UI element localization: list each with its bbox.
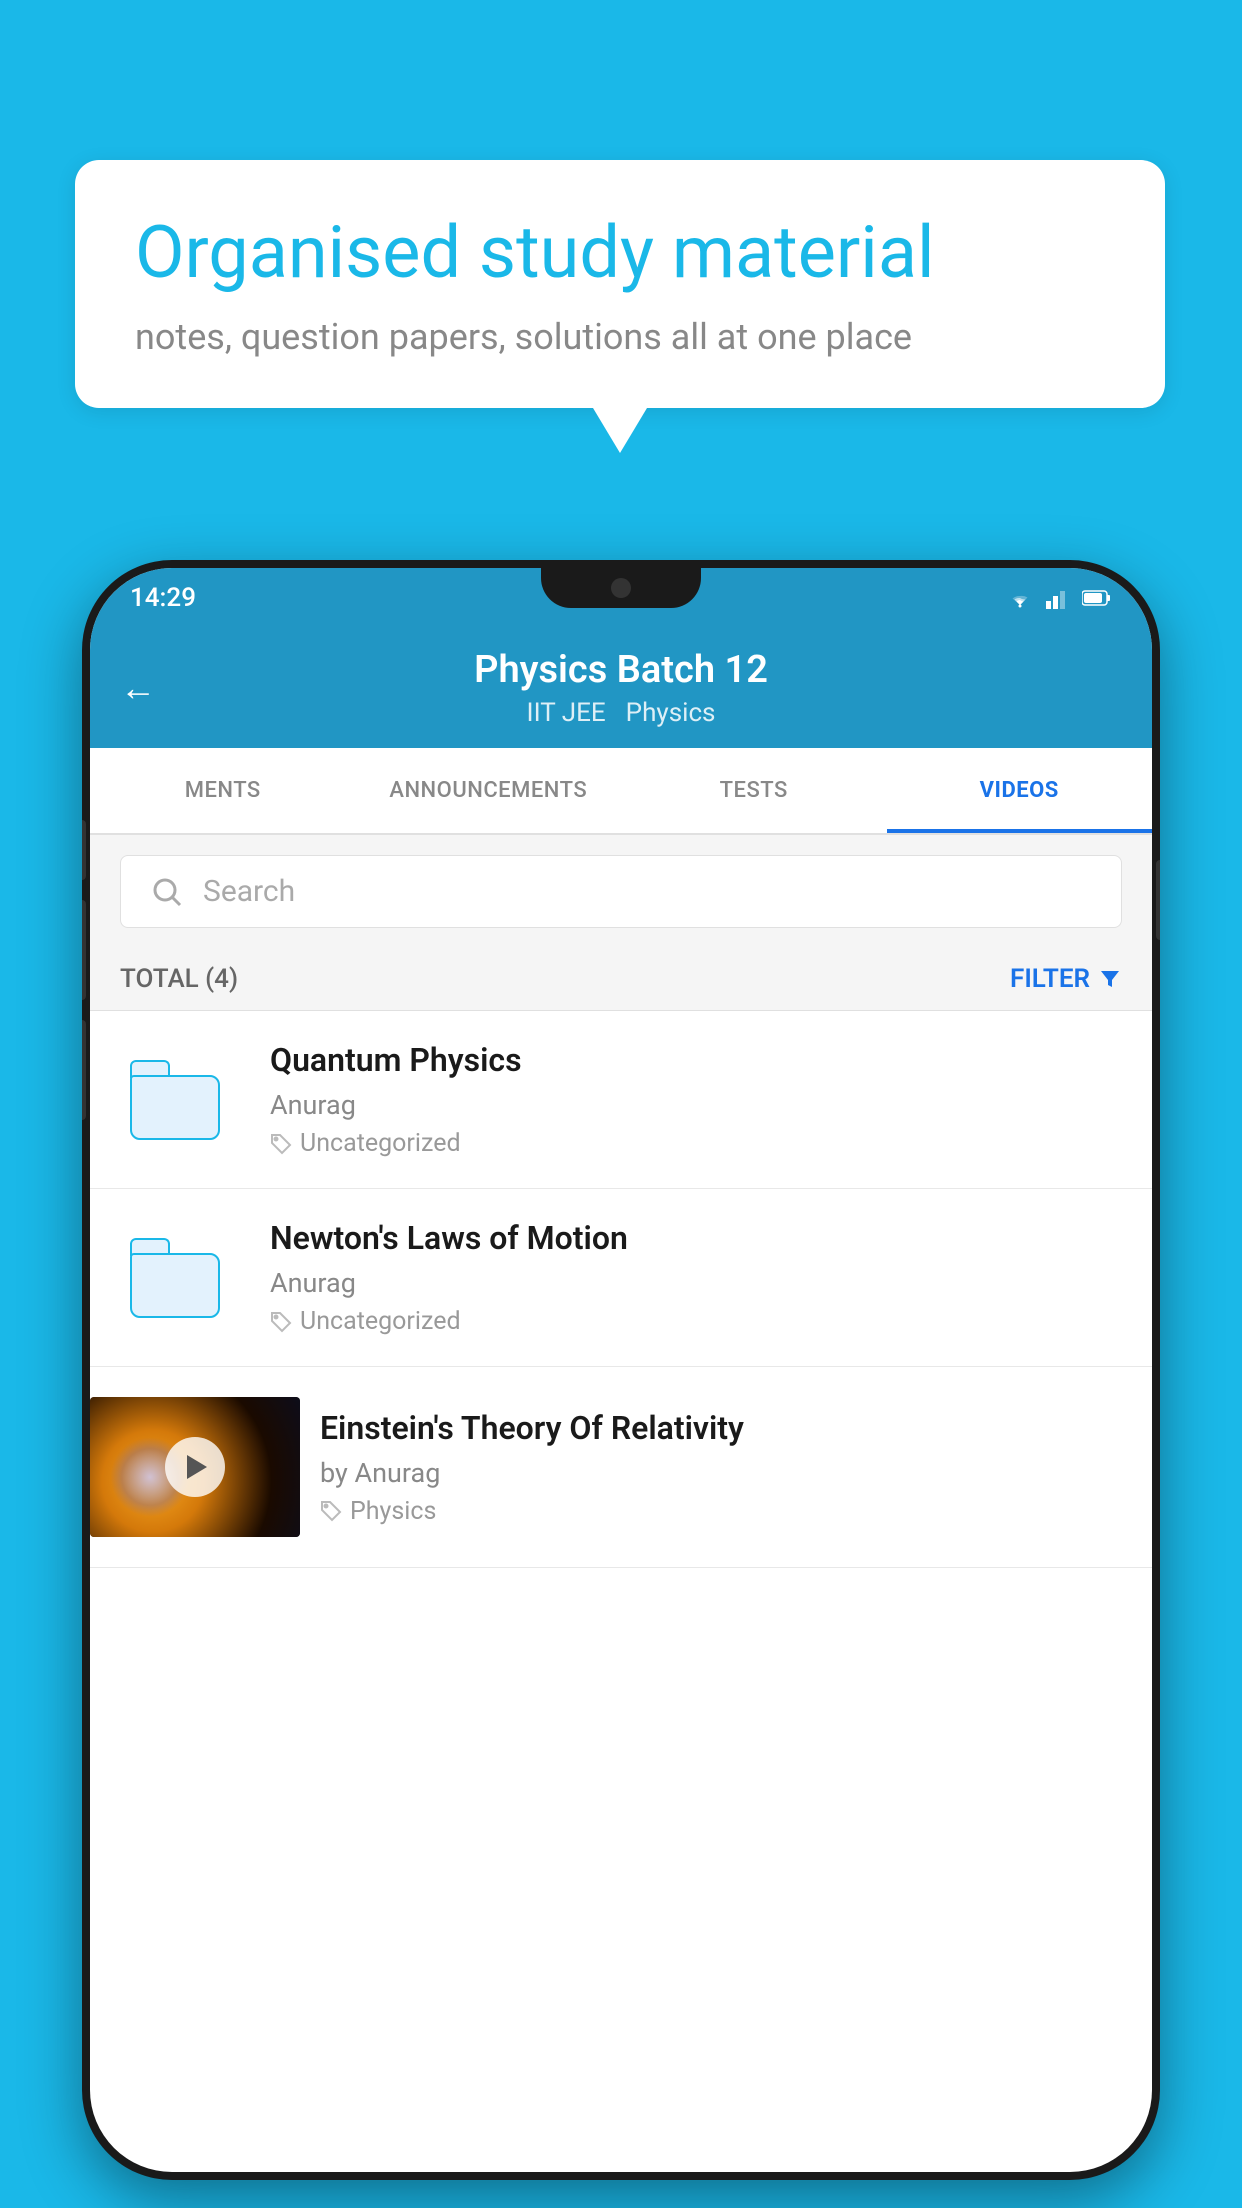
battery-icon xyxy=(1082,588,1112,608)
play-button[interactable] xyxy=(165,1437,225,1497)
item-thumbnail-2 xyxy=(120,1233,240,1323)
tab-tests[interactable]: TESTS xyxy=(621,748,887,833)
app-header: ← Physics Batch 12 IIT JEE Physics xyxy=(90,628,1152,748)
tag-label-3: Physics xyxy=(350,1497,436,1526)
speech-bubble: Organised study material notes, question… xyxy=(75,160,1165,408)
item-tag-3: Physics xyxy=(320,1497,1132,1526)
item-tag-1: Uncategorized xyxy=(270,1129,1122,1158)
status-time: 14:29 xyxy=(130,583,196,613)
wifi-icon xyxy=(1006,587,1034,609)
item-info-2: Newton's Laws of Motion Anurag Uncategor… xyxy=(270,1219,1122,1336)
item-author-2: Anurag xyxy=(270,1267,1122,1299)
header-tag-iitjee: IIT JEE xyxy=(527,698,606,728)
header-subtitle: IIT JEE Physics xyxy=(527,698,716,728)
volume-silent-button xyxy=(82,820,86,880)
tag-icon xyxy=(270,1311,292,1333)
phone-screen: 14:29 xyxy=(90,568,1152,2172)
tab-videos[interactable]: VIDEOS xyxy=(887,748,1153,833)
folder-icon xyxy=(130,1060,230,1140)
folder-body xyxy=(130,1075,220,1140)
tag-icon xyxy=(320,1500,342,1522)
list-item[interactable]: Newton's Laws of Motion Anurag Uncategor… xyxy=(90,1189,1152,1367)
notch xyxy=(541,568,701,608)
status-bar: 14:29 xyxy=(90,568,1152,628)
folder-icon xyxy=(130,1238,230,1318)
bubble-title: Organised study material xyxy=(135,210,1105,296)
tag-label-1: Uncategorized xyxy=(300,1129,461,1158)
tag-label-2: Uncategorized xyxy=(300,1307,461,1336)
header-title: Physics Batch 12 xyxy=(474,648,768,692)
phone-frame: 14:29 xyxy=(82,560,1160,2180)
item-info-1: Quantum Physics Anurag Uncategorized xyxy=(270,1041,1122,1158)
bubble-subtitle: notes, question papers, solutions all at… xyxy=(135,316,1105,358)
search-bar[interactable]: Search xyxy=(120,855,1122,928)
volume-down-button xyxy=(82,1020,86,1120)
folder-body xyxy=(130,1253,220,1318)
item-title-1: Quantum Physics xyxy=(270,1041,1122,1079)
search-input[interactable]: Search xyxy=(203,874,295,909)
search-icon xyxy=(151,876,183,908)
tab-announcements[interactable]: ANNOUNCEMENTS xyxy=(356,748,622,833)
tabs-bar: MENTS ANNOUNCEMENTS TESTS VIDEOS xyxy=(90,748,1152,835)
filter-icon xyxy=(1098,967,1122,991)
item-thumbnail-1 xyxy=(120,1055,240,1145)
item-info-3: Einstein's Theory Of Relativity by Anura… xyxy=(320,1409,1132,1526)
item-title-3: Einstein's Theory Of Relativity xyxy=(320,1409,1132,1447)
status-icons xyxy=(1006,587,1112,609)
play-icon xyxy=(187,1455,207,1479)
filter-bar: TOTAL (4) FILTER xyxy=(90,948,1152,1011)
back-button[interactable]: ← xyxy=(120,667,156,709)
header-tag-physics: Physics xyxy=(626,698,716,728)
list-item[interactable]: Quantum Physics Anurag Uncategorized xyxy=(90,1011,1152,1189)
tag-icon xyxy=(270,1133,292,1155)
search-container: Search xyxy=(90,835,1152,948)
list-item[interactable]: Einstein's Theory Of Relativity by Anura… xyxy=(90,1367,1152,1568)
item-title-2: Newton's Laws of Motion xyxy=(270,1219,1122,1257)
total-count: TOTAL (4) xyxy=(120,964,238,994)
item-thumbnail-3 xyxy=(90,1397,300,1537)
filter-label: FILTER xyxy=(1010,964,1090,994)
item-author-3: by Anurag xyxy=(320,1457,1132,1489)
volume-up-button xyxy=(82,900,86,1000)
power-button xyxy=(1156,860,1160,940)
filter-button[interactable]: FILTER xyxy=(1010,964,1122,994)
tab-ments[interactable]: MENTS xyxy=(90,748,356,833)
video-list: Quantum Physics Anurag Uncategorized xyxy=(90,1011,1152,1568)
signal-icon xyxy=(1046,587,1070,609)
item-author-1: Anurag xyxy=(270,1089,1122,1121)
item-tag-2: Uncategorized xyxy=(270,1307,1122,1336)
camera xyxy=(611,578,631,598)
